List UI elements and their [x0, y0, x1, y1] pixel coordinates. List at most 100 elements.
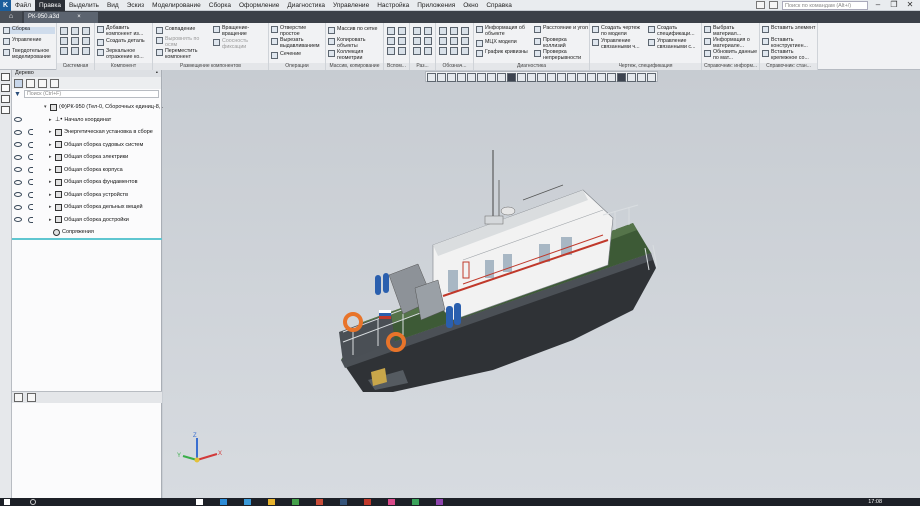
app-icon[interactable] [388, 499, 395, 505]
expand-caret-icon[interactable]: ▸ [49, 167, 52, 173]
undo-icon[interactable] [60, 47, 68, 55]
menu-sketch[interactable]: Эскиз [123, 0, 148, 11]
menu-window[interactable]: Окно [459, 0, 482, 11]
create-part-button[interactable]: Создать деталь [97, 38, 145, 46]
tree-row-ship-systems[interactable]: ▸ Общая сборка судовых систем [12, 139, 161, 152]
structure-tab-icon[interactable] [14, 393, 23, 402]
add-component-button[interactable]: Добавить компонент из... [97, 25, 151, 38]
curve-icon[interactable] [398, 47, 406, 55]
close-tab-icon[interactable]: × [77, 12, 81, 23]
close-panel-icon[interactable]: ▪ [156, 70, 158, 77]
menu-drafting[interactable]: Оформление [235, 0, 283, 11]
tree-sort-icon[interactable] [26, 78, 35, 88]
insert-fastener-button[interactable]: Вставить крепежное со... [762, 49, 816, 62]
weld-icon[interactable] [461, 37, 469, 45]
3d-viewport[interactable]: Z X Y [163, 70, 920, 498]
redo-icon[interactable] [71, 47, 79, 55]
expand-caret-icon[interactable]: ▸ [49, 192, 52, 198]
menu-management[interactable]: Управление [329, 0, 373, 11]
rotation-button[interactable]: Вращение-вращение [213, 25, 267, 38]
angular-dim-icon[interactable] [424, 27, 432, 35]
filter-icon[interactable]: ▼ [14, 91, 21, 98]
store-icon[interactable] [244, 499, 251, 505]
tree-row-completion[interactable]: ▸ Общая сборка достройки [12, 214, 161, 227]
tree-row-hull[interactable]: ▸ Общая сборка корпуса [12, 164, 161, 177]
tree-row-mates[interactable]: Сопряжения [12, 226, 161, 239]
visibility-eye-icon[interactable] [14, 142, 22, 148]
visibility-eye-icon[interactable] [14, 192, 22, 198]
section-button[interactable]: Сечение [271, 51, 301, 59]
tolerance-icon[interactable] [439, 37, 447, 45]
update-material-button[interactable]: Обновить данные по мат... [704, 49, 758, 62]
search-icon[interactable] [30, 499, 36, 505]
document-tab[interactable]: РК-950.a3d × [24, 12, 98, 23]
tree-row-root[interactable]: ▾ (Ф)РК-950 (Тел-0, Сборочных единиц-8, … [12, 101, 167, 114]
app-icon[interactable] [436, 499, 443, 505]
fixed-mate-button[interactable]: Соосность фиксации [213, 38, 267, 51]
properties-icon[interactable] [71, 37, 79, 45]
tree-row-electrics[interactable]: ▸ Общая сборка электрики [12, 151, 161, 164]
axis-icon[interactable] [398, 27, 406, 35]
expand-caret-icon[interactable]: ▸ [49, 129, 52, 135]
table-icon[interactable] [461, 47, 469, 55]
app-icon[interactable] [316, 499, 323, 505]
check-continuity-button[interactable]: Проверка непрерывности [534, 49, 588, 62]
tree-row-foundations[interactable]: ▸ Общая сборка фундаментов [12, 176, 161, 189]
cut-icon[interactable] [82, 47, 90, 55]
tree-expand-icon[interactable] [50, 78, 59, 88]
restore-icon[interactable]: ❐ [888, 0, 900, 10]
visibility-eye-icon[interactable] [14, 167, 22, 173]
tree-search-input[interactable]: Поиск (Ctrl+F) [23, 90, 159, 98]
menu-assembly[interactable]: Сборка [205, 0, 235, 11]
tree-row-devices[interactable]: ▸ Общая сборка устройств [12, 189, 161, 202]
copy-objects-button[interactable]: Копировать объекты [328, 37, 382, 50]
visibility-eye-icon[interactable] [14, 154, 22, 160]
distance-angle-button[interactable]: Расстояние и угол [534, 25, 588, 33]
choose-material-button[interactable]: Выбрать материал... [704, 25, 758, 38]
boat-3d-model[interactable] [163, 70, 920, 498]
visibility-eye-icon[interactable] [14, 179, 22, 185]
command-search-input[interactable]: Поиск по командам (Alt+/) [782, 0, 868, 10]
mode-assembly[interactable]: Сборка [3, 26, 55, 34]
menu-view[interactable]: Вид [103, 0, 123, 11]
tree-structure-icon[interactable] [14, 78, 23, 88]
close-icon[interactable]: ✕ [904, 0, 916, 10]
menu-apps[interactable]: Приложения [413, 0, 459, 11]
menu-edit[interactable]: Правка [34, 0, 65, 11]
array-grid-button[interactable]: Массив по сетке [328, 26, 377, 34]
collapse-caret-icon[interactable]: ▾ [44, 104, 47, 110]
arc-dim-icon[interactable] [413, 47, 421, 55]
taskbar-clock[interactable]: 17:08 [868, 498, 882, 506]
expand-caret-icon[interactable]: ▸ [49, 142, 52, 148]
screenshot-icon[interactable] [769, 1, 778, 9]
expand-caret-icon[interactable]: ▸ [49, 179, 52, 185]
manage-linked-spec-button[interactable]: Управление связанными с... [648, 38, 700, 51]
insert-element-button[interactable]: Вставить элемент [762, 25, 816, 33]
minimize-icon[interactable]: – [872, 0, 884, 10]
kompas-taskbar-icon[interactable] [340, 499, 347, 505]
position-icon[interactable] [450, 37, 458, 45]
window-layout-icon[interactable] [756, 1, 765, 9]
base-icon[interactable] [461, 27, 469, 35]
mark-icon[interactable] [439, 47, 447, 55]
lcs-icon[interactable] [398, 37, 406, 45]
coincidence-button[interactable]: Совпадение [156, 26, 195, 34]
create-drawing-button[interactable]: Создать чертеж по модели [592, 25, 646, 38]
menu-diagnostics[interactable]: Диагностика [283, 0, 329, 11]
expand-caret-icon[interactable]: ▸ [49, 154, 52, 160]
file-explorer-icon[interactable] [268, 499, 275, 505]
layers-icon[interactable] [1, 84, 10, 92]
mirror-component-button[interactable]: Зеркальное отражение ко... [97, 48, 151, 61]
linear-dim-icon[interactable] [413, 27, 421, 35]
move-component-button[interactable]: Переместить компонент [156, 48, 208, 61]
expand-caret-icon[interactable]: ▸ [49, 204, 52, 210]
create-spec-button[interactable]: Создать спецификаци... [648, 25, 700, 38]
visibility-eye-icon[interactable] [14, 217, 22, 223]
plane-icon[interactable] [387, 37, 395, 45]
insert-structure-button[interactable]: Вставить конструктиен... [762, 37, 816, 50]
app-icon[interactable] [364, 499, 371, 505]
expand-caret-icon[interactable]: ▸ [49, 117, 52, 123]
tree-row-fittings[interactable]: ▸ Общая сборка дельных вещей [12, 201, 161, 214]
open-file-icon[interactable] [71, 27, 79, 35]
edge-browser-icon[interactable] [220, 499, 227, 505]
